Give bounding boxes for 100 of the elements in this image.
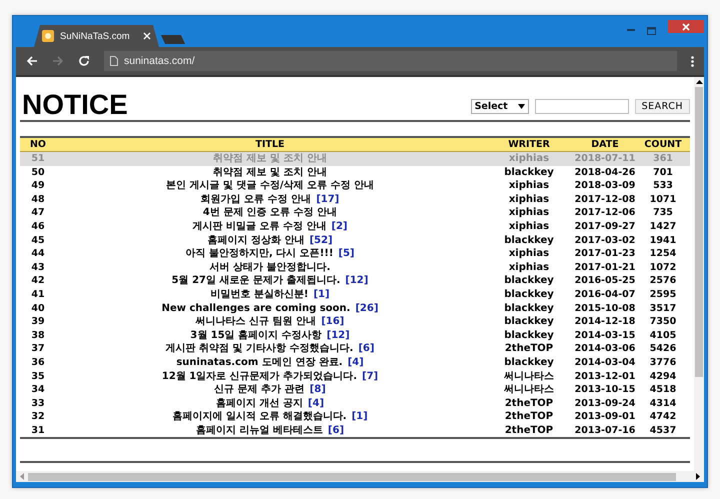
comment-count[interactable]: [1] (313, 288, 330, 300)
comment-count[interactable]: [5] (338, 248, 355, 260)
comment-count[interactable]: [1] (352, 411, 368, 422)
table-row[interactable]: 45 홈페이지 정상화 안내 [52] blackkey 2017-03-02 1941 (20, 234, 690, 248)
comment-count[interactable]: [2] (331, 220, 348, 232)
post-date: 2014-03-06 (574, 342, 636, 356)
post-number: 48 (30, 192, 46, 206)
maximize-icon[interactable] (647, 27, 656, 35)
post-title-link[interactable]: 3월 15일 홈페이지 수정사항 (190, 330, 322, 341)
table-row[interactable]: 44 아직 불안정하지만, 다시 오픈!!! [5] xiphias 2017-01-23 1254 (20, 247, 690, 261)
comment-count[interactable]: [12] (345, 275, 368, 286)
post-title-link[interactable]: 아직 불안정하지만, 다시 오픈!!! (185, 248, 334, 260)
table-row[interactable]: 36 suninatas.com 도메인 연장 완료. [4] blackkey 2014-03-04 3776 (20, 356, 690, 370)
post-writer: xiphias (508, 192, 550, 206)
post-title-link[interactable]: 게시판 비밀글 오류 수정 안내 (192, 220, 326, 232)
view-count: 1071 (648, 192, 678, 206)
post-title-link[interactable]: 서버 상태가 불안정합니다. (210, 262, 330, 273)
post-writer: xiphias (508, 206, 550, 220)
post-writer: 써니나타스 (503, 370, 555, 384)
post-title-link[interactable]: suninatas.com 도메인 연장 완료. (176, 356, 343, 368)
table-row[interactable]: 46 게시판 비밀글 오류 수정 안내 [2] xiphias 2017-09-27 1427 (20, 220, 690, 234)
table-row[interactable]: 38 3월 15일 홈페이지 수정사항 [12] blackkey 2014-03-15 4105 (20, 328, 690, 342)
comment-count[interactable]: [16] (321, 316, 344, 328)
post-title-link[interactable]: 4번 문제 인증 오류 수정 안내 (202, 207, 338, 218)
post-title-link[interactable]: 홈페이지 개선 공지 (216, 398, 303, 409)
post-writer: 2theTOP (504, 342, 554, 356)
close-icon[interactable] (143, 32, 151, 40)
scroll-right-icon[interactable] (696, 473, 700, 480)
table-row[interactable]: 31 홈페이지 리뉴얼 베타테스트 [6] 2theTOP 2013-07-16 4537 (20, 424, 690, 438)
post-date: 2013-07-16 (574, 424, 636, 438)
post-title-link[interactable]: 게시판 취약점 및 기타사항 수정했습니다. (166, 343, 354, 354)
comment-count[interactable]: [17] (316, 194, 340, 205)
table-row[interactable]: 42 5월 27일 새로운 문제가 출제됩니다. [12] blackkey 2016-05-25 2576 (20, 274, 690, 288)
post-title-link[interactable]: New challenges are coming soon. (162, 302, 350, 314)
post-title-link[interactable]: 12월 1일자로 신규문제가 추가되었습니다. (162, 370, 357, 382)
post-date: 2017-12-06 (574, 206, 636, 220)
post-number: 32 (30, 410, 46, 424)
comment-count[interactable]: [8] (310, 384, 326, 396)
reload-icon[interactable] (78, 55, 90, 67)
table-row[interactable]: 39 써니나타스 신규 팀원 안내 [16] blackkey 2014-12-18 7350 (20, 315, 690, 329)
post-title-link[interactable]: 비밀번호 분실하신분! (210, 288, 308, 300)
table-row[interactable]: 40 New challenges are coming soon. [26] blackkey 2015-10-08 3517 (20, 302, 690, 316)
post-title-link[interactable]: 홈페이지 정상화 안내 (207, 234, 304, 246)
post-title-link[interactable]: 본인 게시글 및 댓글 수정/삭제 오류 수정 안내 (166, 180, 374, 192)
table-row[interactable]: 49 본인 게시글 및 댓글 수정/삭제 오류 수정 안내 xiphias 2018-03-09 533 (20, 179, 690, 193)
table-row[interactable]: 47 4번 문제 인증 오류 수정 안내 xiphias 2017-12-06 735 (20, 206, 690, 220)
table-row[interactable]: 50 취약점 제보 및 조치 안내 blackkey 2018-04-26 701 (20, 166, 690, 180)
post-date: 2016-05-25 (574, 274, 636, 288)
comment-count[interactable]: [52] (309, 234, 333, 246)
post-number: 37 (30, 342, 46, 356)
table-row[interactable]: 37 게시판 취약점 및 기타사항 수정했습니다. [6] 2theTOP 2014-03-06 5426 (20, 342, 690, 356)
comment-count[interactable]: [6] (328, 424, 344, 436)
minimize-icon[interactable] (627, 27, 635, 31)
scroll-left-icon[interactable] (20, 473, 24, 480)
table-row[interactable]: 41 비밀번호 분실하신분! [1] blackkey 2016-04-07 2595 (20, 288, 690, 302)
post-writer: blackkey (503, 315, 555, 329)
post-date: 2017-09-27 (574, 220, 636, 234)
table-row[interactable]: 48 회원가입 오류 수정 안내 [17] xiphias 2017-12-08 1071 (20, 192, 690, 206)
forward-icon[interactable] (52, 55, 64, 67)
new-tab-button[interactable] (160, 35, 186, 44)
post-date: 2018-07-11 (574, 152, 636, 166)
search-button[interactable]: SEARCH (634, 99, 690, 114)
table-row[interactable]: 33 홈페이지 개선 공지 [4] 2theTOP 2013-09-24 4314 (20, 396, 690, 410)
view-count: 1427 (648, 220, 678, 234)
menu-icon[interactable] (691, 56, 694, 66)
search-field[interactable] (534, 99, 629, 114)
post-title-link[interactable]: 홈페이지 리뉴얼 베타테스트 (196, 424, 323, 436)
post-writer: 2theTOP (504, 410, 554, 424)
comment-count[interactable]: [7] (362, 370, 378, 382)
post-title-link[interactable]: 취약점 제보 및 조치 안내 (213, 166, 327, 178)
post-date: 2016-04-07 (574, 288, 636, 302)
comment-count[interactable]: [4] (308, 398, 324, 409)
table-row[interactable]: 34 신규 문제 추가 관련 [8] 써니나타스 2013-10-15 4518 (20, 383, 690, 397)
address-bar[interactable]: suninatas.com/ (104, 51, 677, 71)
horizontal-scrollbar[interactable] (16, 471, 704, 482)
post-number: 35 (30, 370, 46, 384)
post-title-link[interactable]: 홈페이지에 일시적 오류 해결했습니다. (172, 411, 347, 422)
post-writer: blackkey (503, 274, 555, 288)
post-writer: blackkey (503, 288, 555, 302)
comment-count[interactable]: [12] (326, 330, 350, 341)
back-icon[interactable] (26, 55, 38, 67)
close-button[interactable] (668, 20, 704, 33)
comment-count[interactable]: [26] (355, 302, 378, 314)
vertical-scrollbar[interactable] (694, 77, 704, 471)
browser-tab[interactable]: SuNiNaTaS.com (34, 25, 159, 47)
comment-count[interactable]: [6] (358, 343, 374, 354)
column-header: DATE (590, 138, 620, 151)
comment-count[interactable]: [4] (348, 356, 364, 368)
post-title-link[interactable]: 신규 문제 추가 관련 (214, 384, 305, 396)
scroll-up-icon[interactable] (696, 80, 702, 84)
category-select[interactable]: Select (470, 99, 529, 114)
table-row[interactable]: 35 12월 1일자로 신규문제가 추가되었습니다. [7] 써니나타스 2013-12-01 4294 (20, 370, 690, 384)
post-title-link[interactable]: 회원가입 오류 수정 안내 (200, 194, 312, 205)
post-title-link[interactable]: 써니나타스 신규 팀원 안내 (196, 316, 316, 328)
column-header: WRITER (507, 138, 551, 151)
table-row[interactable]: 43 서버 상태가 불안정합니다. xiphias 2017-01-21 1072 (20, 260, 690, 274)
table-row[interactable]: 32 홈페이지에 일시적 오류 해결했습니다. [1] 2theTOP 2013-09-01 4742 (20, 410, 690, 424)
post-title-link[interactable]: 5월 27일 새로운 문제가 출제됩니다. (172, 275, 340, 286)
post-number: 46 (30, 220, 46, 234)
column-header: COUNT (643, 138, 683, 151)
